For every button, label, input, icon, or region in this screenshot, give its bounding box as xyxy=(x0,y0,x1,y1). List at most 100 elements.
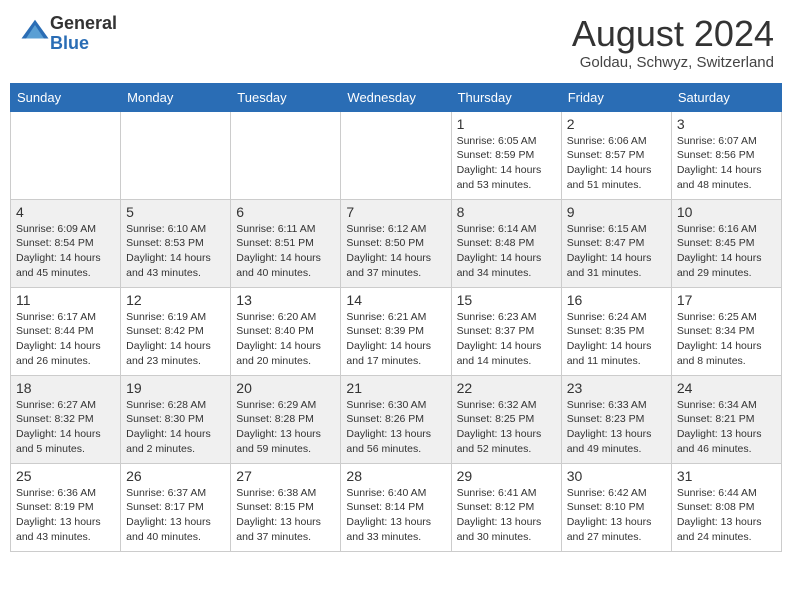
day-info: Sunrise: 6:30 AM Sunset: 8:26 PM Dayligh… xyxy=(346,398,445,457)
col-sunday: Sunday xyxy=(11,83,121,111)
logo-icon xyxy=(20,16,50,46)
calendar-cell xyxy=(121,111,231,199)
day-info: Sunrise: 6:24 AM Sunset: 8:35 PM Dayligh… xyxy=(567,310,666,369)
day-number: 26 xyxy=(126,468,225,484)
day-number: 23 xyxy=(567,380,666,396)
page-header: General Blue August 2024 Goldau, Schwyz,… xyxy=(10,10,782,75)
calendar-cell: 2Sunrise: 6:06 AM Sunset: 8:57 PM Daylig… xyxy=(561,111,671,199)
calendar-cell: 5 Sunrise: 6:10 AM Sunset: 8:53 PM Daylig… xyxy=(121,199,231,287)
title-block: August 2024 Goldau, Schwyz, Switzerland xyxy=(572,14,774,71)
calendar-table: Sunday Monday Tuesday Wednesday Thursday… xyxy=(10,83,782,552)
calendar-cell: 1 Sunrise: 6:05 AM Sunset: 8:59 PM Daylig… xyxy=(451,111,561,199)
logo-blue-text: Blue xyxy=(50,33,89,53)
day-info: Sunrise: 6:25 AM Sunset: 8:34 PM Dayligh… xyxy=(677,310,776,369)
month-year-title: August 2024 xyxy=(572,14,774,54)
day-number: 17 xyxy=(677,292,776,308)
calendar-cell: 23 Sunrise: 6:33 AM Sunset: 8:23 PM Dayli… xyxy=(561,375,671,463)
logo: General Blue xyxy=(18,14,117,54)
day-info: Sunrise: 6:44 AM Sunset: 8:08 PM Dayligh… xyxy=(677,486,776,545)
calendar-cell xyxy=(341,111,451,199)
col-saturday: Saturday xyxy=(671,83,781,111)
calendar-cell: 28 Sunrise: 6:40 AM Sunset: 8:14 PM Dayli… xyxy=(341,463,451,551)
calendar-cell: 27Sunrise: 6:38 AM Sunset: 8:15 PM Dayli… xyxy=(231,463,341,551)
day-info: Sunrise: 6:09 AM Sunset: 8:54 PM Dayligh… xyxy=(16,222,115,281)
col-monday: Monday xyxy=(121,83,231,111)
day-number: 2 xyxy=(567,116,666,132)
day-number: 10 xyxy=(677,204,776,220)
calendar-cell: 20 Sunrise: 6:29 AM Sunset: 8:28 PM Dayli… xyxy=(231,375,341,463)
logo-general-text: General xyxy=(50,13,117,33)
day-number: 5 xyxy=(126,204,225,220)
calendar-cell: 6 Sunrise: 6:11 AM Sunset: 8:51 PM Daylig… xyxy=(231,199,341,287)
day-number: 12 xyxy=(126,292,225,308)
day-info: Sunrise: 6:36 AM Sunset: 8:19 PM Dayligh… xyxy=(16,486,115,545)
calendar-cell: 16Sunrise: 6:24 AM Sunset: 8:35 PM Dayli… xyxy=(561,287,671,375)
day-number: 3 xyxy=(677,116,776,132)
calendar-cell: 10 Sunrise: 6:16 AM Sunset: 8:45 PM Dayli… xyxy=(671,199,781,287)
day-info: Sunrise: 6:41 AM Sunset: 8:12 PM Dayligh… xyxy=(457,486,556,545)
day-number: 31 xyxy=(677,468,776,484)
day-number: 7 xyxy=(346,204,445,220)
calendar-cell: 21Sunrise: 6:30 AM Sunset: 8:26 PM Dayli… xyxy=(341,375,451,463)
day-info: Sunrise: 6:20 AM Sunset: 8:40 PM Dayligh… xyxy=(236,310,335,369)
day-number: 15 xyxy=(457,292,556,308)
day-info: Sunrise: 6:12 AM Sunset: 8:50 PM Dayligh… xyxy=(346,222,445,281)
calendar-cell: 30Sunrise: 6:42 AM Sunset: 8:10 PM Dayli… xyxy=(561,463,671,551)
col-friday: Friday xyxy=(561,83,671,111)
calendar-cell: 13 Sunrise: 6:20 AM Sunset: 8:40 PM Dayli… xyxy=(231,287,341,375)
day-info: Sunrise: 6:27 AM Sunset: 8:32 PM Dayligh… xyxy=(16,398,115,457)
day-info: Sunrise: 6:40 AM Sunset: 8:14 PM Dayligh… xyxy=(346,486,445,545)
day-info: Sunrise: 6:11 AM Sunset: 8:51 PM Dayligh… xyxy=(236,222,335,281)
day-info: Sunrise: 6:34 AM Sunset: 8:21 PM Dayligh… xyxy=(677,398,776,457)
day-number: 27 xyxy=(236,468,335,484)
calendar-cell xyxy=(231,111,341,199)
col-tuesday: Tuesday xyxy=(231,83,341,111)
day-info: Sunrise: 6:21 AM Sunset: 8:39 PM Dayligh… xyxy=(346,310,445,369)
day-info: Sunrise: 6:15 AM Sunset: 8:47 PM Dayligh… xyxy=(567,222,666,281)
week-row-4: 18Sunrise: 6:27 AM Sunset: 8:32 PM Dayli… xyxy=(11,375,782,463)
col-wednesday: Wednesday xyxy=(341,83,451,111)
day-number: 22 xyxy=(457,380,556,396)
calendar-cell: 3 Sunrise: 6:07 AM Sunset: 8:56 PM Daylig… xyxy=(671,111,781,199)
calendar-cell: 15 Sunrise: 6:23 AM Sunset: 8:37 PM Dayli… xyxy=(451,287,561,375)
calendar-cell: 11Sunrise: 6:17 AM Sunset: 8:44 PM Dayli… xyxy=(11,287,121,375)
calendar-cell: 8 Sunrise: 6:14 AM Sunset: 8:48 PM Daylig… xyxy=(451,199,561,287)
day-number: 4 xyxy=(16,204,115,220)
day-info: Sunrise: 6:32 AM Sunset: 8:25 PM Dayligh… xyxy=(457,398,556,457)
day-info: Sunrise: 6:10 AM Sunset: 8:53 PM Dayligh… xyxy=(126,222,225,281)
day-number: 29 xyxy=(457,468,556,484)
day-number: 24 xyxy=(677,380,776,396)
day-info: Sunrise: 6:42 AM Sunset: 8:10 PM Dayligh… xyxy=(567,486,666,545)
week-row-2: 4 Sunrise: 6:09 AM Sunset: 8:54 PM Daylig… xyxy=(11,199,782,287)
week-row-3: 11Sunrise: 6:17 AM Sunset: 8:44 PM Dayli… xyxy=(11,287,782,375)
day-number: 19 xyxy=(126,380,225,396)
day-info: Sunrise: 6:05 AM Sunset: 8:59 PM Dayligh… xyxy=(457,134,556,193)
day-info: Sunrise: 6:23 AM Sunset: 8:37 PM Dayligh… xyxy=(457,310,556,369)
day-number: 25 xyxy=(16,468,115,484)
day-info: Sunrise: 6:14 AM Sunset: 8:48 PM Dayligh… xyxy=(457,222,556,281)
week-row-5: 25 Sunrise: 6:36 AM Sunset: 8:19 PM Dayli… xyxy=(11,463,782,551)
calendar-cell: 25 Sunrise: 6:36 AM Sunset: 8:19 PM Dayli… xyxy=(11,463,121,551)
day-info: Sunrise: 6:17 AM Sunset: 8:44 PM Dayligh… xyxy=(16,310,115,369)
day-number: 8 xyxy=(457,204,556,220)
day-info: Sunrise: 6:07 AM Sunset: 8:56 PM Dayligh… xyxy=(677,134,776,193)
day-number: 6 xyxy=(236,204,335,220)
calendar-cell: 24 Sunrise: 6:34 AM Sunset: 8:21 PM Dayli… xyxy=(671,375,781,463)
calendar-cell: 14Sunrise: 6:21 AM Sunset: 8:39 PM Dayli… xyxy=(341,287,451,375)
day-info: Sunrise: 6:33 AM Sunset: 8:23 PM Dayligh… xyxy=(567,398,666,457)
calendar-cell: 12Sunrise: 6:19 AM Sunset: 8:42 PM Dayli… xyxy=(121,287,231,375)
day-number: 13 xyxy=(236,292,335,308)
calendar-cell: 18Sunrise: 6:27 AM Sunset: 8:32 PM Dayli… xyxy=(11,375,121,463)
day-info: Sunrise: 6:28 AM Sunset: 8:30 PM Dayligh… xyxy=(126,398,225,457)
day-number: 1 xyxy=(457,116,556,132)
calendar-cell: 22 Sunrise: 6:32 AM Sunset: 8:25 PM Dayli… xyxy=(451,375,561,463)
day-number: 28 xyxy=(346,468,445,484)
day-number: 20 xyxy=(236,380,335,396)
day-info: Sunrise: 6:16 AM Sunset: 8:45 PM Dayligh… xyxy=(677,222,776,281)
day-number: 9 xyxy=(567,204,666,220)
location-subtitle: Goldau, Schwyz, Switzerland xyxy=(572,54,774,71)
day-info: Sunrise: 6:29 AM Sunset: 8:28 PM Dayligh… xyxy=(236,398,335,457)
day-info: Sunrise: 6:37 AM Sunset: 8:17 PM Dayligh… xyxy=(126,486,225,545)
calendar-cell: 26 Sunrise: 6:37 AM Sunset: 8:17 PM Dayli… xyxy=(121,463,231,551)
calendar-cell: 9 Sunrise: 6:15 AM Sunset: 8:47 PM Daylig… xyxy=(561,199,671,287)
